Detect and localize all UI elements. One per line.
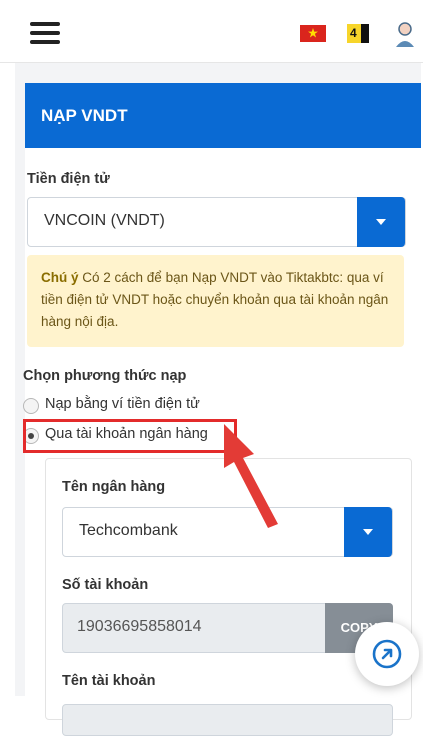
top-bar: 4 [0, 0, 423, 63]
page-title: NẠP VNDT [41, 106, 128, 125]
card-header: NẠP VNDT [25, 83, 421, 148]
vietnam-flag-icon[interactable] [300, 25, 326, 42]
account-name-field[interactable] [62, 704, 393, 736]
chevron-down-icon[interactable] [344, 507, 392, 557]
bank-select-value: Techcombank [79, 522, 178, 539]
chevron-down-icon[interactable] [357, 197, 405, 247]
method-label: Chọn phương thức nạp [23, 368, 187, 384]
method-option-label: Nạp bằng ví tiền điện tử [45, 396, 200, 412]
crypto-select-value: VNCOIN (VNDT) [44, 212, 165, 229]
crypto-label: Tiền điện tử [27, 171, 110, 187]
notice-strong: Chú ý [41, 270, 79, 285]
deposit-card: NẠP VNDT Tiền điện tử VNCOIN (VNDT) Chú … [23, 83, 421, 736]
hamburger-menu-icon[interactable] [30, 22, 60, 44]
annotation-highlight-box [23, 419, 237, 453]
notice-text: Có 2 cách để bạn Nạp VNDT vào Tiktakbtc:… [41, 270, 389, 329]
notification-badge[interactable]: 4 [347, 24, 369, 43]
account-number-value: 19036695858014 [77, 618, 202, 635]
radio-wallet[interactable] [23, 398, 39, 414]
bank-name-label: Tên ngân hàng [62, 479, 166, 495]
account-number-field[interactable]: 19036695858014 COPY [62, 603, 393, 653]
external-link-icon[interactable] [355, 622, 419, 686]
account-name-label: Tên tài khoản [62, 673, 156, 689]
annotation-arrow-icon [224, 424, 278, 528]
page-background: NẠP VNDT Tiền điện tử VNCOIN (VNDT) Chú … [15, 63, 421, 736]
user-avatar-icon[interactable] [393, 20, 417, 48]
notice-box: Chú ý Có 2 cách để bạn Nạp VNDT vào Tikt… [27, 255, 404, 347]
crypto-select[interactable]: VNCOIN (VNDT) [27, 197, 406, 247]
account-number-label: Số tài khoản [62, 577, 149, 593]
